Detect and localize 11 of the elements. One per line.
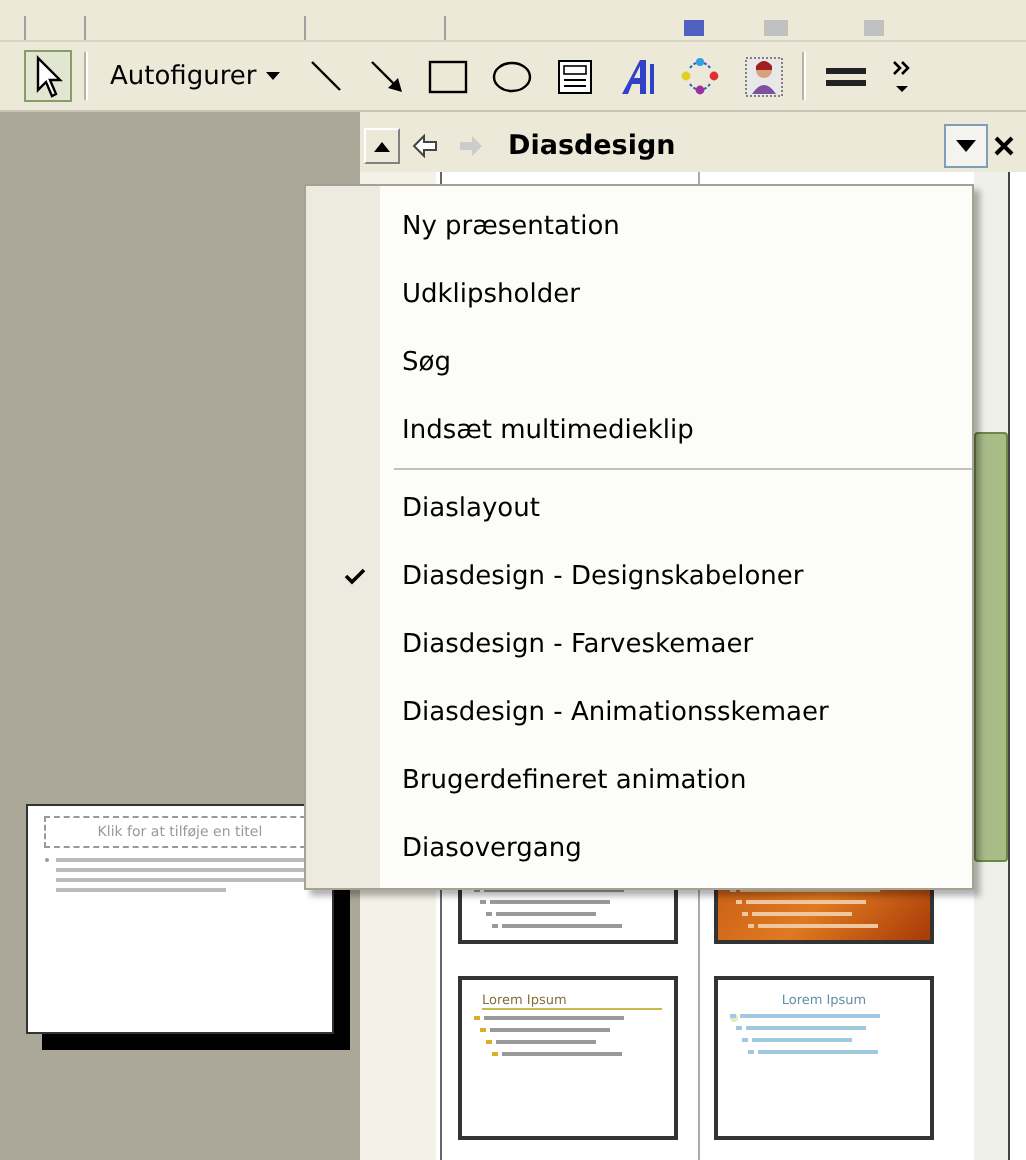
pane-title: Diasdesign [508, 129, 678, 161]
menu-item[interactable]: Ny præsentation [306, 192, 972, 260]
menu-item[interactable]: Indsæt multimedieklip [306, 396, 972, 464]
autoshapes-button[interactable]: Autofigurer [100, 55, 291, 97]
menu-item[interactable]: Søg [306, 328, 972, 396]
menu-item[interactable]: Brugerdefineret animation [306, 746, 972, 814]
menu-item[interactable]: Udklipsholder [306, 260, 972, 328]
menu-item[interactable]: Diasdesign - Animationsskemaer [306, 678, 972, 746]
menu-item[interactable]: Diasdesign - Designskabeloner [306, 542, 972, 610]
menu-item[interactable]: Diaslayout [306, 474, 972, 542]
menu-item[interactable]: Diasdesign - Farveskemaer [306, 610, 972, 678]
